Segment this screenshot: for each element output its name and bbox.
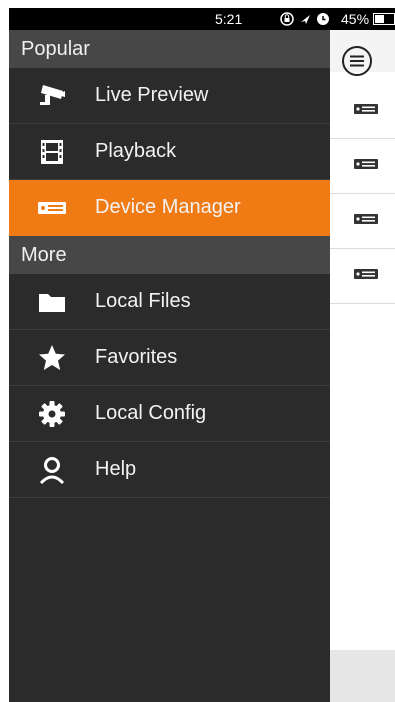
device-row[interactable]: [330, 249, 395, 304]
battery-fill: [375, 15, 384, 23]
status-bar: 5:21 45%: [9, 8, 395, 30]
battery-icon: [373, 13, 395, 25]
menu-item-help[interactable]: Help: [9, 442, 330, 498]
battery-percent: 45%: [341, 11, 370, 27]
status-time: 5:21: [215, 11, 243, 27]
menu-item-label: Favorites: [95, 346, 178, 368]
menu-item-favorites[interactable]: Favorites: [9, 330, 330, 386]
dvr-device-icon: [352, 267, 380, 283]
menu-item-label: Local Files: [95, 290, 191, 312]
menu-item-device-manager[interactable]: Device Manager: [9, 180, 330, 236]
device-row[interactable]: [330, 139, 395, 194]
alarm-icon: [317, 13, 329, 25]
section-header-label: Popular: [21, 38, 90, 60]
device-row[interactable]: [330, 84, 395, 139]
star-icon: [37, 343, 67, 373]
menu-item-label: Device Manager: [95, 196, 241, 218]
menu-item-label: Live Preview: [95, 84, 209, 106]
dvr-device-icon: [352, 212, 380, 228]
location-arrow-icon: [301, 15, 310, 24]
navigation-drawer: Popular Live Preview Playback Device Man…: [9, 30, 330, 702]
menu-item-local-config[interactable]: Local Config: [9, 386, 330, 442]
menu-item-label: Playback: [95, 140, 177, 162]
left-margin: [0, 0, 9, 702]
device-row[interactable]: [330, 194, 395, 249]
dvr-device-icon: [352, 157, 380, 173]
folder-icon: [37, 287, 67, 317]
menu-item-label: Help: [95, 458, 137, 480]
section-header-label: More: [21, 244, 67, 266]
menu-item-playback[interactable]: Playback: [9, 124, 330, 180]
lock-rotation-icon: [280, 12, 294, 26]
gear-icon: [37, 399, 67, 429]
main-content: [330, 30, 395, 702]
menu-lines-icon: [341, 46, 373, 81]
menu-button[interactable]: [341, 45, 373, 77]
bottom-toolbar: [330, 650, 395, 702]
dvr-device-icon: [352, 102, 380, 118]
menu-item-live-preview[interactable]: Live Preview: [9, 68, 330, 124]
status-icons: [279, 10, 339, 28]
film-strip-icon: [37, 137, 67, 167]
section-header-more: More: [9, 236, 330, 274]
menu-item-local-files[interactable]: Local Files: [9, 274, 330, 330]
menu-item-label: Local Config: [95, 402, 207, 424]
section-header-popular: Popular: [9, 30, 330, 68]
person-icon: [37, 455, 67, 485]
cctv-camera-icon: [37, 81, 67, 111]
dvr-device-icon: [37, 193, 67, 223]
